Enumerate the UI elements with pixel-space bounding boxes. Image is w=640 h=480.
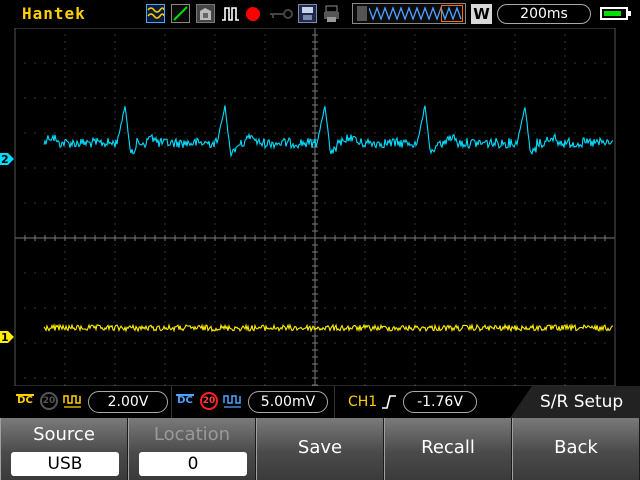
- ch2-level-marker[interactable]: 2: [0, 153, 14, 166]
- memory-position-indicator: [352, 3, 466, 24]
- ch2-marker-label: 2: [1, 153, 9, 166]
- ch1-volts-div-readout[interactable]: 2.00V: [88, 391, 168, 413]
- trigger-position-mark: [357, 6, 367, 21]
- softkey-menu: Source USB Location 0 Save Recall Back: [0, 418, 640, 480]
- save-label: Save: [297, 437, 343, 458]
- pulse-icon: [221, 4, 240, 23]
- view-window-marker: [441, 5, 463, 22]
- timebase-readout: 200ms: [497, 4, 591, 24]
- ch2-coupling: DC: [177, 395, 193, 406]
- ch1-marker-label: 1: [1, 331, 9, 344]
- ch1-dc-symbol: [16, 394, 34, 396]
- back-label: Back: [554, 437, 598, 458]
- menu-title: S/R Setup: [540, 392, 624, 412]
- ch1-coupling: DC: [17, 395, 33, 406]
- source-label: Source: [33, 424, 95, 445]
- ch1-invert-icon: [63, 392, 83, 414]
- persistence-icon: [196, 4, 215, 23]
- top-status-bar: Hantek W 200ms: [0, 0, 640, 28]
- location-value: 0: [139, 452, 247, 476]
- location-button[interactable]: Location 0: [128, 418, 256, 480]
- battery-icon: [600, 7, 631, 20]
- print-icon: [322, 4, 341, 23]
- run-status-badge: W: [471, 4, 492, 24]
- location-label: Location: [153, 424, 231, 445]
- key-icon: [268, 4, 294, 23]
- back-button[interactable]: Back: [512, 418, 640, 480]
- ch2-volts-div-readout[interactable]: 5.00mV: [248, 391, 328, 413]
- ch2-invert-icon: [223, 392, 243, 414]
- recall-label: Recall: [421, 437, 475, 458]
- acquire-waveform-icon: [146, 4, 165, 23]
- record-icon: [246, 7, 260, 21]
- battery-fill: [604, 11, 621, 16]
- source-value: USB: [11, 452, 119, 476]
- trigger-source: CH1: [348, 394, 378, 410]
- rising-edge-icon: [381, 394, 397, 414]
- save-button[interactable]: Save: [256, 418, 384, 480]
- status-separator: [334, 386, 335, 418]
- ch2-bandwidth-limit: 20: [200, 392, 218, 410]
- waveform-display[interactable]: 2 1: [0, 28, 640, 386]
- ch1-level-marker[interactable]: 1: [0, 331, 14, 344]
- status-separator: [171, 386, 172, 418]
- brand-logo: Hantek: [22, 4, 86, 23]
- source-button[interactable]: Source USB: [0, 418, 128, 480]
- recall-button[interactable]: Recall: [384, 418, 512, 480]
- trigger-level-readout[interactable]: -1.76V: [403, 391, 477, 413]
- trigger-mode-icon: [171, 4, 190, 23]
- ch1-bandwidth-limit: 20: [40, 392, 58, 410]
- save-disk-icon: [298, 4, 317, 23]
- ch2-dc-symbol: [176, 394, 194, 396]
